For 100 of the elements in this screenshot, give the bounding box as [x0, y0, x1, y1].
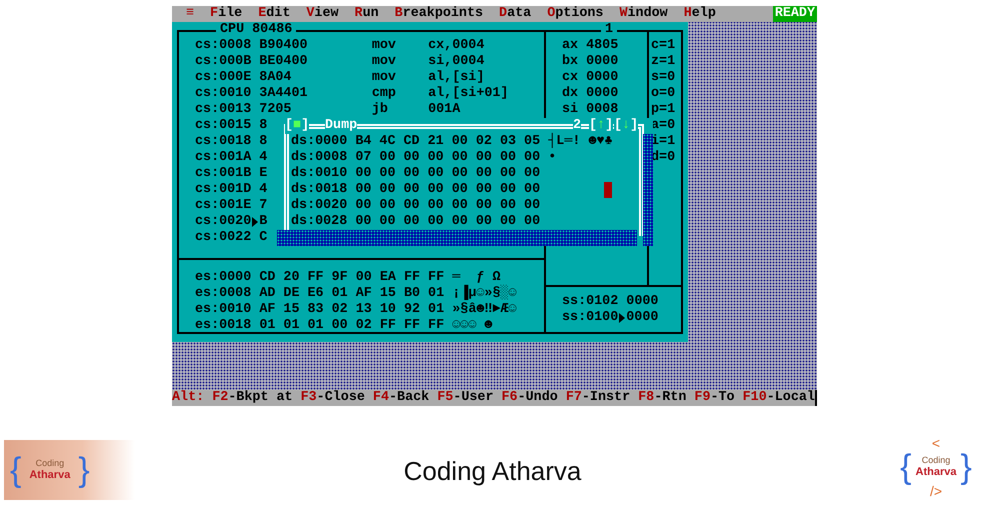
flag-text: s=0: [651, 70, 676, 86]
horizontal-scrollbar[interactable]: [277, 230, 637, 246]
address-text: ds:0020: [291, 198, 348, 214]
operand-text: 001A: [428, 102, 462, 118]
register-name: dx: [562, 86, 580, 102]
bytes-text: 8A04: [259, 70, 292, 86]
operand-text: cx,0004: [428, 38, 486, 54]
flag-text: p=1: [651, 102, 676, 118]
bytes-text: 00 00 00 00 00 00 00 00: [355, 182, 542, 198]
address-text: cs:000B: [195, 54, 252, 70]
ascii-text: »§â☻‼►Æ☺: [452, 302, 517, 318]
address-text: ds:0028: [291, 214, 348, 230]
stack-value: 0000: [626, 294, 658, 310]
menu-item[interactable]: Breakpoints: [394, 6, 484, 22]
logo-text: <: [932, 436, 940, 450]
menu-item[interactable]: Options: [547, 6, 604, 22]
function-key-hint[interactable]: F6-Undo: [502, 390, 558, 406]
logo-text: Atharva: [29, 468, 70, 481]
register-value: 0008: [586, 102, 618, 118]
bytes-text: 8: [259, 118, 268, 134]
text-cursor: [604, 182, 612, 198]
alt-label: Alt:: [172, 390, 204, 406]
ascii-text: ¡▐µ☺»§░☺: [452, 286, 517, 302]
menu-item[interactable]: Data: [499, 6, 532, 22]
menu-item[interactable]: View: [306, 6, 339, 22]
brace-text: }: [960, 450, 972, 484]
address-text: cs:0010: [195, 86, 252, 102]
bytes-text: 8: [259, 134, 268, 150]
vertical-scrollbar[interactable]: [643, 134, 653, 246]
logo-text: Coding: [36, 459, 64, 469]
slide-caption: Coding Atharva: [402, 455, 582, 488]
ascii-text: ┤L═! ☻♥♣: [548, 134, 613, 150]
address-text: es:0018: [195, 318, 252, 334]
flag-text: i=1: [651, 134, 676, 150]
address-text: cs:0022: [195, 230, 252, 246]
bytes-text: B90400: [259, 38, 309, 54]
menu-item[interactable]: File: [210, 6, 242, 22]
bytes-text: 00 00 00 00 00 00 00 00: [355, 166, 542, 182]
function-key-hint[interactable]: F4-Back: [372, 390, 430, 406]
operand-text: al,[si+01]: [428, 86, 508, 102]
stack-value: 0000: [626, 310, 658, 326]
bytes-text: 4: [259, 182, 268, 198]
address-text: ds:0010: [291, 166, 348, 182]
function-key-hint[interactable]: F2-Bkpt at: [212, 390, 293, 406]
address-text: cs:0018: [195, 134, 252, 150]
address-text: es:0000: [195, 270, 252, 286]
address-text: ss:0102: [562, 294, 618, 310]
window-title: Dump: [325, 118, 358, 134]
address-text: ds:0008: [291, 150, 348, 166]
address-text: cs:001E: [195, 198, 252, 214]
bytes-text: 07 00 00 00 00 00 00 00: [355, 150, 542, 166]
bytes-text: B4 4C CD 21 00 02 03 05: [355, 134, 542, 150]
address-text: cs:001A: [195, 150, 252, 166]
register-value: 0000: [586, 70, 618, 86]
address-text: cs:001D: [195, 182, 252, 198]
function-key-hint[interactable]: F7-Instr: [566, 390, 630, 406]
menu-item[interactable]: Edit: [258, 6, 290, 22]
bytes-text: 01 01 01 00 02 FF FF FF: [259, 318, 446, 334]
logo-text: Coding: [922, 456, 950, 466]
logo-text: />: [930, 484, 942, 498]
ascii-text: •: [548, 150, 558, 166]
address-text: es:0010: [195, 302, 252, 318]
bytes-text: B: [259, 214, 268, 230]
bytes-text: AD DE E6 01 AF 15 B0 01: [259, 286, 446, 302]
function-key-hint[interactable]: F10-Local: [742, 390, 815, 406]
register-value: 0000: [586, 86, 618, 102]
logo-text: Atharva: [916, 466, 956, 478]
mnemonic-text: mov: [372, 38, 397, 54]
register-name: ax: [562, 38, 580, 54]
menu-item[interactable]: Help: [684, 6, 716, 22]
address-text: cs:0013: [195, 102, 252, 118]
register-value: 0000: [586, 54, 618, 70]
bytes-text: C: [259, 230, 268, 246]
register-name: cx: [562, 70, 580, 86]
bytes-text: 4: [259, 150, 268, 166]
brace-text: }: [78, 453, 90, 487]
mnemonic-text: mov: [372, 70, 397, 86]
menu-item[interactable]: Window: [619, 6, 668, 22]
bytes-text: BE0400: [259, 54, 309, 70]
address-text: cs:000E: [195, 70, 252, 86]
ascii-text: ☺☺☺ ☻: [452, 318, 494, 334]
register-name: bx: [562, 54, 580, 70]
function-key-hint[interactable]: F3-Close: [300, 390, 365, 406]
function-key-hint[interactable]: F5-User: [437, 390, 494, 406]
flag-text: o=0: [651, 86, 676, 102]
menu-item[interactable]: Run: [354, 6, 379, 22]
register-value: 4805: [586, 38, 618, 54]
brace-text: {: [900, 450, 912, 484]
function-key-hint[interactable]: F8-Rtn: [638, 390, 686, 406]
bytes-text: 7: [259, 198, 268, 214]
bytes-text: 00 00 00 00 00 00 00 00: [355, 214, 542, 230]
address-text: cs:0020: [195, 214, 252, 230]
address-text: cs:001B: [195, 166, 252, 182]
bytes-text: CD 20 FF 9F 00 EA FF FF: [259, 270, 446, 286]
operand-text: si,0004: [428, 54, 486, 70]
mnemonic-text: jb: [372, 102, 389, 118]
ascii-text: ═ ƒ Ω: [452, 270, 500, 285]
brace-text: {: [10, 453, 22, 487]
register-name: si: [562, 102, 580, 118]
function-key-hint[interactable]: F9-To: [694, 390, 735, 406]
